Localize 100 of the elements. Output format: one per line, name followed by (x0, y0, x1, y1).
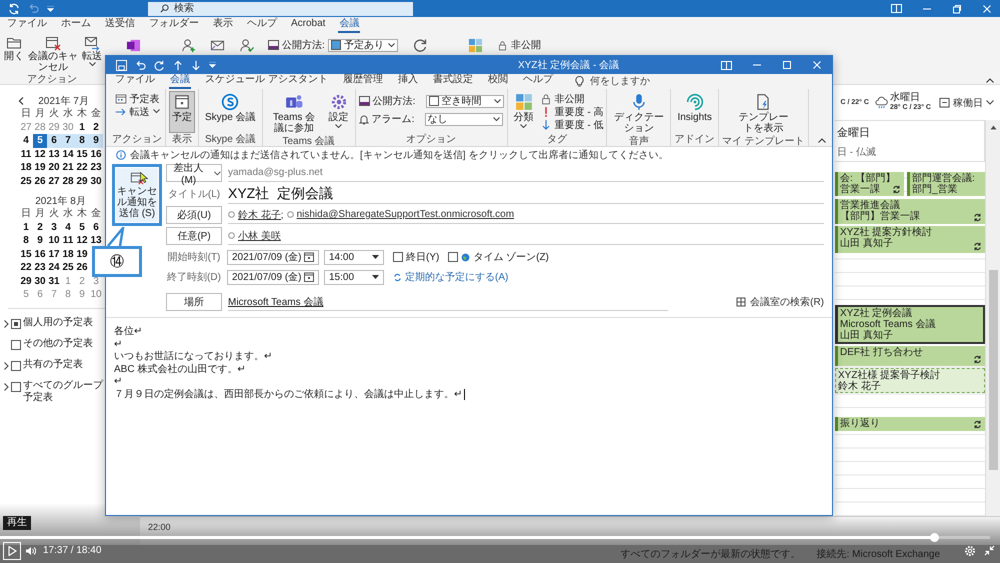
show-as-dropdown[interactable]: 予定あり (328, 38, 398, 52)
required-button[interactable]: 必須(U) (166, 206, 222, 224)
scroll-up-icon[interactable] (990, 125, 996, 130)
calendar-day[interactable]: 20 (47, 161, 61, 174)
calendar-day[interactable]: 10 (89, 288, 103, 302)
calendar-day[interactable]: 6 (33, 288, 47, 302)
calendar-day[interactable]: 19 (33, 161, 47, 174)
calendar-event[interactable]: XYZ社 定例会議 Microsoft Teams 会議 山田 真知子 (835, 305, 985, 344)
sync-icon[interactable] (8, 2, 20, 14)
scrollbar[interactable] (985, 120, 1000, 516)
calendar-event[interactable]: XYZ社 提案方針検討 山田 真知子 (835, 226, 985, 253)
save-icon[interactable] (116, 60, 127, 70)
ribbon-button[interactable]: 重要度 - 高 (540, 105, 604, 118)
reading-mode-icon[interactable] (891, 4, 902, 13)
expand-icon[interactable] (4, 362, 9, 370)
calendar-day[interactable]: 28 (33, 120, 47, 134)
calendar-day[interactable]: 28 (61, 174, 75, 188)
calendar-event[interactable]: DEF社 打ち合わせ (835, 346, 985, 366)
ribbon-tab[interactable]: 校閲 (486, 74, 509, 89)
calendar-day[interactable]: 1 (19, 220, 33, 234)
calendar-day[interactable]: 19 (75, 248, 89, 261)
calendar-day[interactable]: 21 (61, 161, 75, 174)
calendar-day[interactable]: 7 (47, 288, 61, 302)
ribbon-button[interactable]: 非公開 (496, 38, 541, 52)
settings-icon[interactable] (964, 545, 976, 557)
calendar-day[interactable]: 5 (33, 134, 47, 148)
exit-fullscreen-icon[interactable] (984, 545, 995, 556)
calendar-event[interactable]: XYZ社様 提案骨子検討 鈴木 花子 (835, 368, 985, 393)
ribbon-tab[interactable]: 表示 (212, 18, 234, 32)
calendar-day[interactable]: 23 (89, 161, 103, 174)
calendar-day[interactable]: 6 (47, 134, 61, 148)
calendar-event[interactable]: 会: 【部門】営業一課 (835, 172, 904, 196)
calendar-day[interactable]: 22 (75, 161, 89, 174)
ribbon-tab[interactable]: ヘルプ (522, 74, 554, 89)
expand-icon[interactable] (4, 382, 9, 390)
calendar-list-item[interactable]: その他の予定表 (0, 334, 93, 354)
ribbon-tab[interactable]: フォルダー (148, 18, 200, 32)
calendar-list-item[interactable]: すべてのグループ予定表 (0, 376, 105, 408)
time-field[interactable]: 15:00 (324, 270, 384, 284)
calendar-day[interactable]: 12 (33, 148, 47, 161)
collapse-icon[interactable] (986, 78, 994, 83)
optional-button[interactable]: 任意(P) (166, 227, 222, 245)
calendar-day[interactable]: 2 (89, 120, 103, 134)
calendar-list-item[interactable]: 共有の予定表 (0, 354, 83, 376)
expand-icon[interactable] (4, 320, 9, 328)
attendee-link[interactable]: nishida@SharegateSupportTest.onmicrosoft.com (296, 209, 514, 220)
maximize-icon[interactable] (782, 60, 792, 70)
calendar-day[interactable]: 27 (19, 120, 33, 134)
scrollbar-thumb[interactable] (988, 270, 998, 470)
calendar-event[interactable]: 部門運営会議: 部門_営業 (907, 172, 985, 196)
calendar-day[interactable]: 13 (89, 234, 103, 248)
calendar-day[interactable]: 7 (61, 134, 75, 148)
calendar-day[interactable]: 29 (47, 120, 61, 134)
redo-icon[interactable] (154, 60, 165, 70)
ribbon-tab[interactable]: ヘルプ (246, 18, 278, 32)
calendar-day[interactable]: 14 (61, 148, 75, 161)
volume-icon[interactable] (25, 546, 36, 556)
calendar-day[interactable]: 18 (61, 248, 75, 261)
ribbon-tab[interactable]: ファイル (6, 18, 48, 32)
calendar-list-item[interactable]: 個人用の予定表 (0, 312, 93, 334)
calendar-day[interactable]: 29 (19, 274, 33, 288)
calendar-day[interactable]: 13 (47, 148, 61, 161)
calendar-day[interactable]: 5 (75, 220, 89, 234)
calendar-day[interactable]: 1 (75, 120, 89, 134)
reading-mode-icon[interactable] (721, 60, 732, 70)
restore-icon[interactable] (952, 4, 962, 14)
time-field[interactable]: 14:00 (324, 250, 384, 264)
calendar-day[interactable]: 30 (89, 174, 103, 188)
calendar-day[interactable]: 18 (19, 161, 33, 174)
location-field[interactable]: Microsoft Teams 会議 (228, 293, 668, 311)
title-field[interactable]: XYZ社 定例会議 (228, 184, 824, 204)
calendar-day[interactable]: 31 (47, 274, 61, 288)
location-button[interactable]: 場所 (166, 293, 222, 311)
close-icon[interactable] (982, 4, 992, 14)
dropdown-field[interactable]: 空き時間 (426, 94, 504, 108)
calendar-day[interactable]: 29 (75, 174, 89, 188)
ribbon-button[interactable]: 予定 (169, 91, 195, 133)
calendar-day[interactable]: 1 (61, 274, 75, 288)
ribbon-tab[interactable]: ホーム (60, 18, 92, 32)
calendar-day[interactable]: 26 (75, 261, 89, 274)
calendar-day[interactable]: 4 (61, 220, 75, 234)
ribbon-button[interactable]: 分類 (510, 91, 537, 133)
ribbon-button[interactable]: 予定表 (114, 92, 160, 105)
room-finder-link[interactable]: 会議室の検索(R) (736, 295, 824, 309)
ribbon-button[interactable]: 転送 (114, 105, 160, 118)
view-dropdown[interactable]: 稼働日 (939, 96, 994, 110)
ribbon-tab[interactable]: スケジュール アシスタント (204, 74, 329, 89)
calendar-day[interactable]: 2 (75, 274, 89, 288)
play-button[interactable] (3, 542, 21, 560)
up-arrow-icon[interactable] (173, 60, 183, 70)
ribbon-tab[interactable]: Acrobat (290, 18, 326, 32)
ribbon-button[interactable]: 会議のキャンセル (27, 35, 79, 73)
calendar-day[interactable]: 25 (19, 174, 33, 188)
calendar-day[interactable]: 30 (61, 120, 75, 134)
calendar-day[interactable]: 9 (89, 134, 103, 148)
ribbon-button[interactable]: 転送 (82, 35, 102, 67)
ribbon-button[interactable]: Teams 会議に参加 (266, 91, 323, 136)
calendar-day[interactable]: 16 (33, 248, 47, 261)
calendar-day[interactable]: 4 (19, 134, 33, 148)
checkbox[interactable] (11, 382, 21, 392)
